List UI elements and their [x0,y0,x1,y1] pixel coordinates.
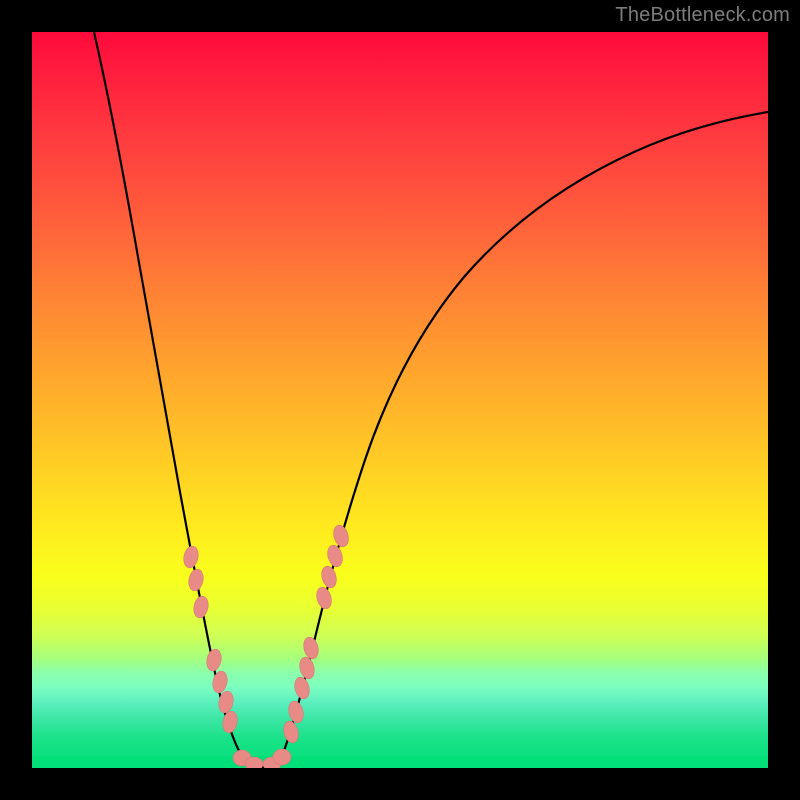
chart-frame: TheBottleneck.com [0,0,800,800]
watermark-text: TheBottleneck.com [615,4,790,27]
curve-layer [32,32,768,768]
marker-group [182,523,351,768]
plot-area [32,32,768,768]
curve-left-branch [94,32,247,763]
curve-right-branch [279,112,768,763]
